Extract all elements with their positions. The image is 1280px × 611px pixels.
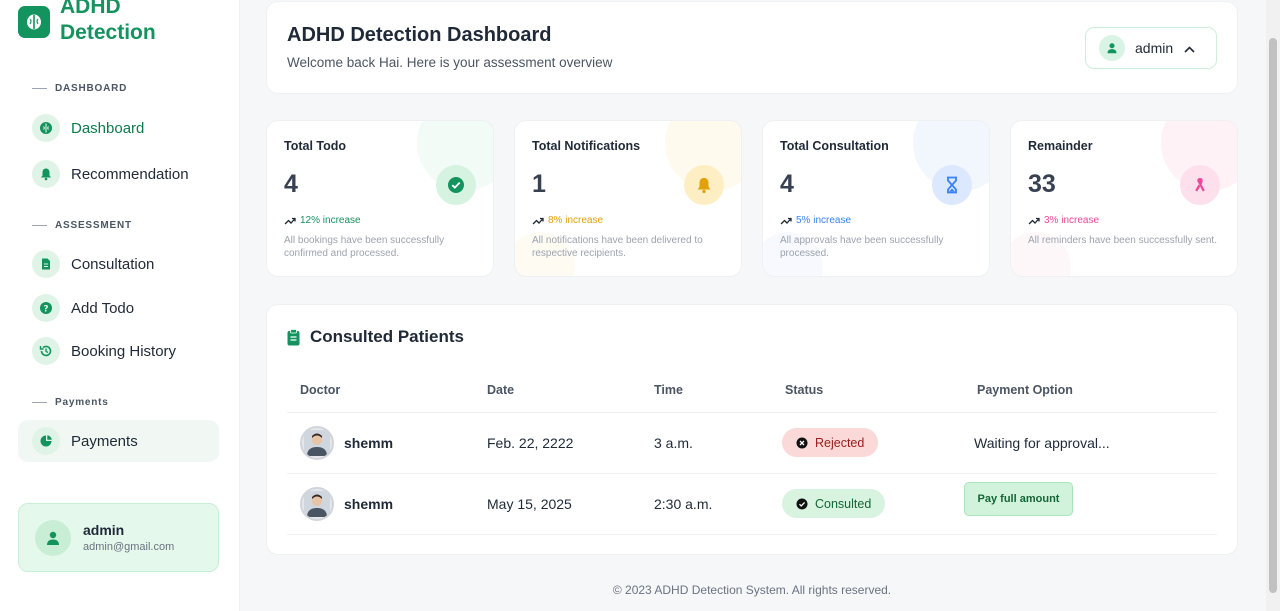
doctor-name: shemm: [344, 496, 394, 512]
stat-trend: 5% increase: [780, 215, 851, 226]
status-badge: Rejected: [782, 428, 879, 457]
payment-status-text: Waiting for approval...: [974, 435, 1110, 451]
sidebar-user-card[interactable]: admin admin@gmail.com: [18, 503, 219, 572]
stat-label: Total Notifications: [532, 139, 641, 153]
page-title: ADHD Detection Dashboard: [287, 24, 552, 46]
status-badge: Consulted: [782, 489, 886, 518]
section-assessment: ASSESSMENT: [32, 220, 132, 231]
user-name: admin: [83, 522, 125, 538]
stat-card-total-notifications: Total Notifications 1 8% increase All no…: [514, 120, 742, 277]
user-menu-button[interactable]: admin: [1085, 27, 1217, 69]
ribbon-icon: [1180, 165, 1220, 205]
stat-label: Total Consultation: [780, 139, 889, 153]
scrollbar[interactable]: [1266, 0, 1280, 611]
header-card: ADHD Detection Dashboard Welcome back Ha…: [266, 1, 1238, 94]
user-icon: [1099, 35, 1125, 61]
consulted-patients-card: Consulted Patients Doctor Date Time Stat…: [266, 304, 1238, 555]
sidebar: ADHD Detection DASHBOARD Dashboard Recom…: [0, 0, 240, 611]
section-title: Consulted Patients: [287, 327, 464, 347]
brain-logo-icon: [18, 6, 50, 38]
sidebar-item-label: Dashboard: [71, 119, 145, 137]
column-header-status[interactable]: Status: [785, 383, 823, 397]
sidebar-item-consultation[interactable]: Consultation: [18, 243, 219, 285]
stat-card-total-consultation: Total Consultation 4 5% increase All app…: [762, 120, 990, 277]
stat-label: Total Todo: [284, 139, 347, 153]
check-circle-icon: [796, 498, 808, 509]
time-cell: 2:30 a.m.: [654, 496, 713, 512]
column-header-date[interactable]: Date: [487, 383, 514, 397]
sidebar-item-label: Consultation: [71, 255, 155, 273]
time-cell: 3 a.m.: [654, 435, 693, 451]
user-email: admin@gmail.com: [83, 541, 175, 553]
doctor-avatar: [300, 487, 334, 521]
brand-line-2: Detection: [60, 21, 156, 44]
scrollbar-thumb[interactable]: [1269, 38, 1277, 593]
date-cell: May 15, 2025: [487, 496, 572, 512]
stat-trend: 12% increase: [284, 215, 361, 226]
x-circle-icon: [796, 437, 808, 448]
check-circle-icon: [436, 165, 476, 205]
user-menu-label: admin: [1135, 40, 1174, 56]
date-cell: Feb. 22, 2222: [487, 435, 574, 451]
table-row[interactable]: shemm: [300, 426, 393, 460]
stat-description: All reminders have been successfully sen…: [1028, 235, 1217, 246]
clipboard-icon: [287, 328, 300, 345]
stat-value: 4: [284, 170, 298, 198]
doctor-name: shemm: [344, 435, 394, 451]
section-payments: Payments: [32, 397, 109, 408]
stat-description: All notifications have been delivered to…: [532, 235, 703, 259]
trend-up-icon: [1028, 217, 1040, 224]
brain-icon: [32, 114, 60, 142]
footer-copyright: © 2023 ADHD Detection System. All rights…: [612, 583, 892, 597]
bell-icon: [32, 160, 60, 188]
pay-full-amount-button[interactable]: Pay full amount: [964, 482, 1073, 516]
pie-chart-icon: [32, 427, 60, 455]
stat-value: 4: [780, 170, 794, 198]
table-row[interactable]: shemm: [300, 487, 393, 521]
stat-description: All approvals have been successfully pro…: [780, 235, 944, 259]
brand[interactable]: ADHD Detection: [18, 0, 156, 46]
stat-trend: 8% increase: [532, 215, 603, 226]
stat-trend: 3% increase: [1028, 215, 1099, 226]
stat-value: 1: [532, 170, 546, 198]
column-header-doctor[interactable]: Doctor: [300, 383, 340, 397]
sidebar-item-label: Add Todo: [71, 299, 135, 317]
sidebar-item-label: Payments: [71, 432, 138, 450]
user-icon: [35, 519, 71, 556]
sidebar-item-label: Recommendation: [71, 165, 189, 183]
chevron-up-icon: [1184, 40, 1195, 56]
section-dashboard: DASHBOARD: [32, 83, 127, 94]
svg-text:?: ?: [43, 305, 48, 315]
brand-line-1: ADHD: [60, 0, 121, 18]
sidebar-item-label: Booking History: [71, 342, 177, 360]
stat-card-remainder: Remainder 33 3% increase All reminders h…: [1010, 120, 1238, 277]
sidebar-item-recommendation[interactable]: Recommendation: [18, 153, 219, 195]
stat-value: 33: [1028, 170, 1056, 198]
sidebar-item-booking-history[interactable]: Booking History: [18, 330, 219, 372]
stat-card-total-todo: Total Todo 4 12% increase All bookings h…: [266, 120, 494, 277]
column-header-payment-option[interactable]: Payment Option: [977, 383, 1073, 397]
document-icon: [32, 250, 60, 278]
hourglass-icon: [932, 165, 972, 205]
bell-icon: [684, 165, 724, 205]
sidebar-item-payments[interactable]: Payments: [18, 420, 219, 462]
page-subtitle: Welcome back Hai. Here is your assessmen…: [287, 55, 613, 70]
sidebar-item-dashboard[interactable]: Dashboard: [18, 107, 219, 149]
column-header-time[interactable]: Time: [654, 383, 683, 397]
trend-up-icon: [284, 217, 296, 224]
sidebar-item-add-todo[interactable]: ? Add Todo: [18, 287, 219, 329]
doctor-avatar: [300, 426, 334, 460]
trend-up-icon: [532, 217, 544, 224]
question-icon: ?: [32, 294, 60, 322]
stat-label: Remainder: [1028, 139, 1093, 153]
stat-description: All bookings have been successfully conf…: [284, 235, 445, 259]
history-icon: [32, 337, 60, 365]
trend-up-icon: [780, 217, 792, 224]
